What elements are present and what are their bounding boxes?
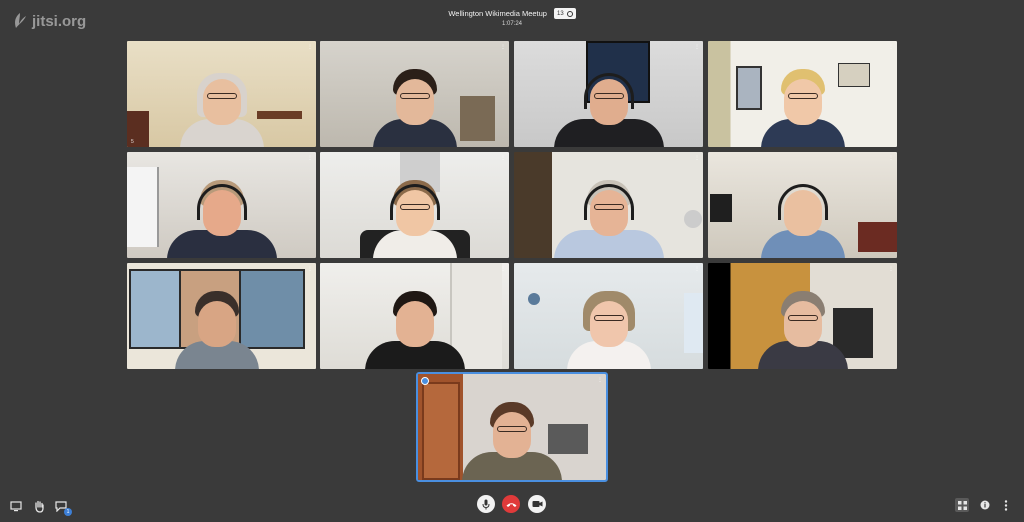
- tile-menu-icon[interactable]: ⋮: [500, 43, 506, 50]
- meeting-timer: 1:07:24: [501, 21, 523, 27]
- more-options-icon: [1004, 499, 1008, 511]
- participant-video-tile[interactable]: ⋮: [514, 152, 703, 258]
- meeting-header: Wellington Wikimedia Meetup 13 1:07:24: [0, 8, 1024, 27]
- dominant-speaker-icon: [421, 377, 429, 385]
- tile-menu-icon[interactable]: ⋮: [694, 43, 700, 50]
- hangup-button[interactable]: [502, 495, 520, 513]
- microphone-button[interactable]: [477, 495, 495, 513]
- tile-menu-icon[interactable]: ⋮: [694, 154, 700, 161]
- chat-unread-badge: 1: [64, 508, 72, 516]
- tile-menu-icon[interactable]: ⋮: [307, 265, 313, 272]
- participant-video-tile[interactable]: ⋮: [320, 41, 509, 147]
- tile-menu-icon[interactable]: ⋮: [597, 376, 603, 383]
- tile-menu-icon[interactable]: ⋮: [500, 265, 506, 272]
- participant-video-tile[interactable]: 5 ⋮: [127, 41, 316, 147]
- screen-share-button[interactable]: [10, 500, 22, 512]
- participants-icon: [566, 10, 573, 17]
- tile-menu-icon[interactable]: ⋮: [888, 43, 894, 50]
- camera-icon: [532, 501, 542, 507]
- participant-video-tile[interactable]: ⋮: [708, 263, 897, 369]
- participant-video-tile[interactable]: ⋮: [320, 263, 509, 369]
- tile-menu-icon[interactable]: ⋮: [307, 154, 313, 161]
- participant-video-tile-active[interactable]: ⋮: [416, 372, 608, 482]
- info-icon: [980, 500, 990, 510]
- participant-count: 13: [556, 10, 564, 17]
- participant-count-badge[interactable]: 13: [553, 8, 576, 19]
- meeting-title: Wellington Wikimedia Meetup: [448, 9, 547, 18]
- tile-menu-icon[interactable]: ⋮: [500, 154, 506, 161]
- participant-video-tile[interactable]: ⋮: [708, 152, 897, 258]
- participant-video-tile[interactable]: ⋮: [127, 152, 316, 258]
- more-options-button[interactable]: [1002, 499, 1010, 511]
- participant-video-tile[interactable]: ⋮: [514, 263, 703, 369]
- tile-menu-icon[interactable]: ⋮: [307, 43, 313, 50]
- tile-menu-icon[interactable]: ⋮: [888, 265, 894, 272]
- tile-menu-icon[interactable]: ⋮: [694, 265, 700, 272]
- participant-video-tile[interactable]: ⋮: [127, 263, 316, 369]
- tile-view-icon: [957, 500, 967, 510]
- chat-button[interactable]: 1: [55, 500, 72, 516]
- participant-video-tile[interactable]: ⋮: [514, 41, 703, 147]
- participant-video-tile[interactable]: ⋮: [320, 152, 509, 258]
- camera-button[interactable]: [528, 495, 546, 513]
- participant-video-tile[interactable]: ⋮: [708, 41, 897, 147]
- bottom-toolbar: 1: [0, 492, 1024, 522]
- tile-view-button[interactable]: [955, 498, 969, 512]
- raise-hand-icon: [35, 500, 44, 513]
- raise-hand-button[interactable]: [33, 499, 45, 513]
- screen-share-icon: [10, 500, 22, 511]
- hangup-icon: [506, 502, 516, 507]
- microphone-icon: [482, 499, 490, 509]
- tile-menu-icon[interactable]: ⋮: [888, 154, 894, 161]
- info-button[interactable]: [980, 500, 990, 510]
- participant-index: 5: [131, 139, 134, 145]
